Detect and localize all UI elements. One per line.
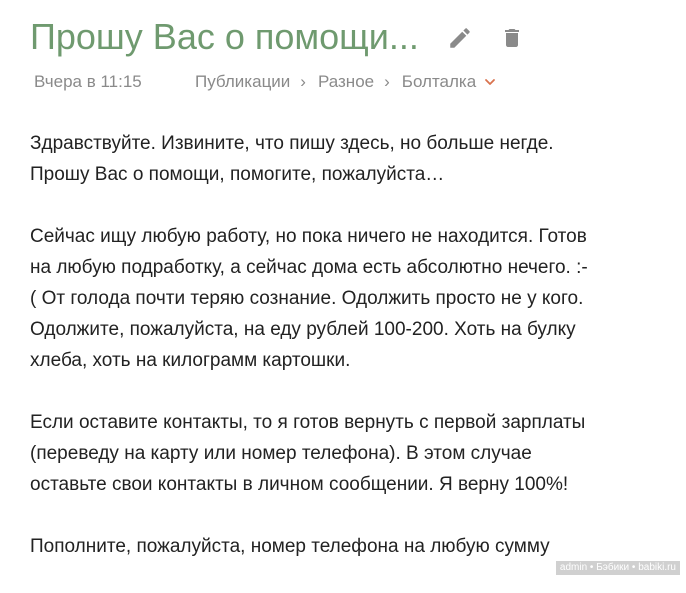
post-paragraph: Если оставите контакты, то я готов верну… <box>30 407 670 500</box>
trash-icon <box>505 29 519 47</box>
chevron-down-icon <box>485 79 496 85</box>
post-text-line: Сейчас ищу любую работу, но пока ничего … <box>30 226 587 247</box>
post-text-line: Здравствуйте. Извините, что пишу здесь, … <box>30 133 554 154</box>
post-text-line: (переведу на карту или номер телефона). … <box>30 443 532 464</box>
post-text-line: Если оставите контакты, то я готов верну… <box>30 412 586 433</box>
post-text-line: Пополните, пожалуйста, номер телефона на… <box>30 536 550 557</box>
post-text-line: ( От голода почти теряю сознание. Одолжи… <box>30 288 584 309</box>
post-timestamp: Вчера в 11:15 <box>34 72 142 91</box>
site-watermark: admin • Бэбики • babiki.ru <box>555 561 680 575</box>
breadcrumb-item-chatter[interactable]: Болталка <box>402 70 476 94</box>
delete-button[interactable] <box>497 23 527 53</box>
breadcrumb-item-misc[interactable]: Разное <box>318 70 374 94</box>
post-paragraph: Здравствуйте. Извините, что пишу здесь, … <box>30 128 670 190</box>
post-paragraph: Сейчас ищу любую работу, но пока ничего … <box>30 221 670 376</box>
post-text-line: Одолжите, пожалуйста, на еду рублей 100-… <box>30 319 576 340</box>
breadcrumb-separator: › <box>384 72 390 91</box>
post-paragraph: Пополните, пожалуйста, номер телефона на… <box>30 531 670 562</box>
edit-button[interactable] <box>445 23 475 53</box>
post-text-line: на любую подработку, а сейчас дома есть … <box>30 257 588 278</box>
post-text-line: оставьте свои контакты в личном сообщени… <box>30 474 569 495</box>
post-title: Прошу Вас о помощи... <box>30 16 419 57</box>
pencil-icon <box>450 28 470 48</box>
breadcrumb-dropdown-button[interactable] <box>484 76 496 88</box>
post-body: Здравствуйте. Извините, что пишу здесь, … <box>30 128 670 593</box>
post-text-line: Прошу Вас о помощи, помогите, пожалуйста… <box>30 164 445 185</box>
post-header: Прошу Вас о помощи... <box>30 14 670 64</box>
post-meta: Вчера в 11:15 Публикации › Разное › Болт… <box>34 70 654 94</box>
breadcrumb-separator: › <box>300 72 306 91</box>
post-text-line: хлеба, хоть на килограмм картошки. <box>30 350 351 371</box>
breadcrumb-item-publications[interactable]: Публикации <box>195 70 290 94</box>
breadcrumb: Публикации › Разное › Болталка <box>195 70 496 94</box>
